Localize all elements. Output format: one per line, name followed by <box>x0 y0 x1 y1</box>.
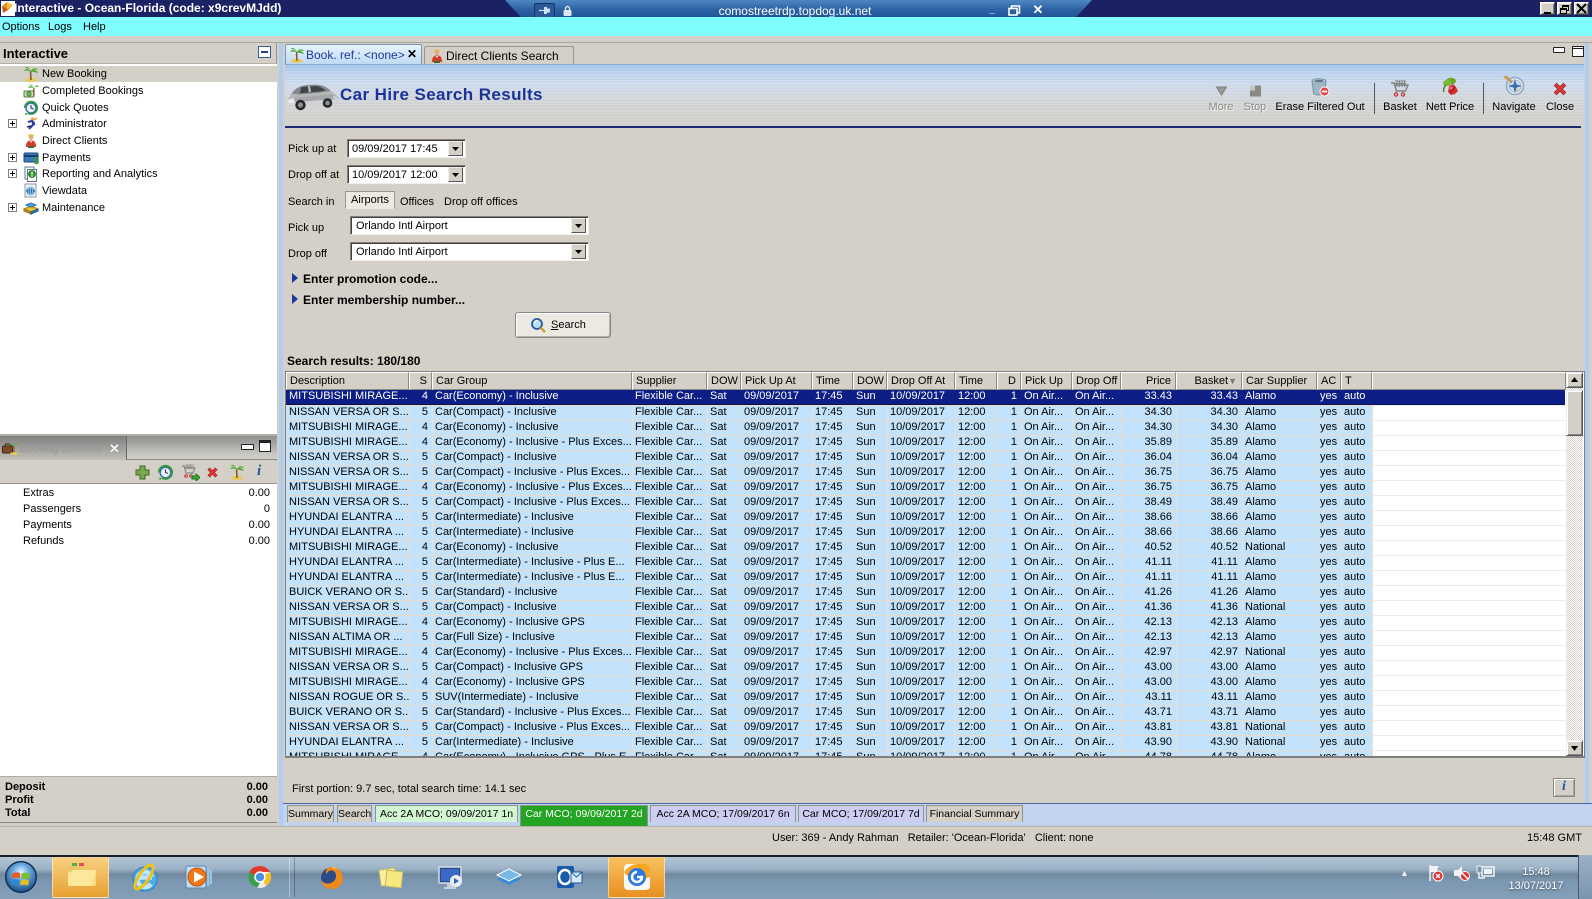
svg-text:$: $ <box>34 156 40 166</box>
